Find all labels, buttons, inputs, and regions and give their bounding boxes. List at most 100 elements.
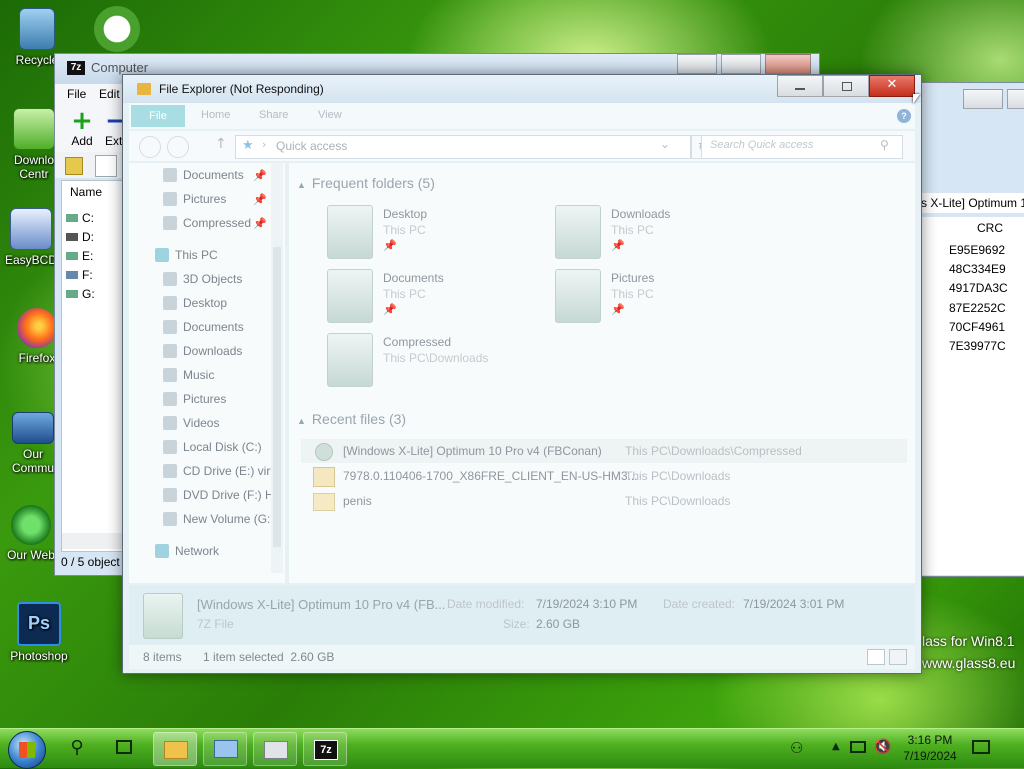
nav-local-disk-c[interactable]: Local Disk (C:) (163, 437, 262, 457)
nav-downloads[interactable]: Downloads (163, 341, 242, 361)
7zip-archive-window[interactable]: s X-Lite] Optimum 1 CRC E95E9692 48C334E… (918, 82, 1024, 577)
add-button[interactable]: + Add (67, 108, 97, 148)
nav-documents[interactable]: Documents (163, 317, 244, 337)
navigation-pane[interactable]: Documents 📌 Pictures 📌 Compressed 📌 This… (129, 163, 285, 583)
nav-new-volume-g[interactable]: New Volume (G: (163, 509, 270, 529)
nav-videos[interactable]: Videos (163, 413, 219, 433)
notifications-icon[interactable] (972, 740, 990, 754)
status-item-count: 8 items (143, 650, 182, 664)
archive-file-large-icon (143, 593, 183, 639)
recent-file-row-selected[interactable]: [Windows X-Lite] Optimum 10 Pro v4 (FBCo… (301, 439, 907, 463)
name-column-header[interactable]: Name (70, 185, 102, 199)
taskbar-7zip-button[interactable]: 7z (303, 732, 347, 766)
nav-network[interactable]: Network (155, 541, 219, 561)
7zip-maximize-button[interactable] (721, 54, 761, 74)
recent-files-header[interactable]: ▲ Recent files (3) (297, 411, 406, 427)
recent-file-row[interactable]: penis This PC\Downloads (301, 489, 907, 513)
recent-file-row[interactable]: 7978.0.110406-1700_X86FRE_CLIENT_EN-US-H… (301, 464, 907, 488)
desktop-icon-utorrent[interactable] (80, 6, 154, 55)
up-button[interactable]: ↑ (215, 136, 227, 152)
explorer-title: File Explorer (Not Responding) (159, 82, 324, 96)
archive-file-icon (315, 443, 333, 461)
nav-cd-drive-e[interactable]: CD Drive (E:) virt (163, 461, 274, 481)
forward-button[interactable] (167, 136, 189, 158)
clock[interactable]: 3:16 PM 7/19/2024 (896, 732, 964, 764)
desktop-icon-label: Photoshop (10, 649, 68, 663)
address-bar[interactable]: ★ › Quick access ⌄ (235, 135, 691, 159)
tile-location: This PC (383, 223, 426, 237)
pictures-icon (163, 392, 177, 406)
network-icon (155, 544, 169, 558)
tile-location: This PC (383, 287, 426, 301)
search-box[interactable]: Search Quick access ⚲ (701, 135, 903, 159)
nav-pinned-documents[interactable]: Documents (163, 165, 244, 185)
nav-pinned-compressed[interactable]: Compressed (163, 213, 251, 233)
frequent-folders-header[interactable]: ▲ Frequent folders (5) (297, 175, 435, 191)
drive-icon (66, 214, 78, 222)
folder-tile-downloads[interactable]: Downloads This PC 📌 (555, 205, 775, 265)
large-icons-view-button[interactable] (889, 649, 907, 665)
folder-tile-desktop[interactable]: Desktop This PC 📌 (327, 205, 547, 265)
tab-home[interactable]: Home (201, 109, 230, 121)
pin-icon: 📌 (253, 193, 267, 206)
details-view-button[interactable] (867, 649, 885, 665)
website-icon (11, 505, 51, 545)
folder-tile-documents[interactable]: Documents This PC 📌 (327, 269, 547, 329)
nav-music[interactable]: Music (163, 365, 214, 385)
tab-view[interactable]: View (318, 109, 342, 121)
drive-g[interactable]: G: (66, 285, 95, 304)
archive-maximize-button[interactable] (1007, 89, 1024, 109)
7zip-menu-edit[interactable]: Edit (99, 84, 120, 104)
back-button[interactable] (139, 136, 161, 158)
taskbar-computer-button[interactable] (203, 732, 247, 766)
drive-e[interactable]: E: (66, 247, 95, 266)
nav-pinned-pictures[interactable]: Pictures (163, 189, 226, 209)
tab-share[interactable]: Share (259, 109, 288, 121)
7zip-minimize-button[interactable] (677, 54, 717, 74)
desktop-icon-photoshop[interactable]: Ps Photoshop (2, 602, 76, 663)
folder-tile-compressed[interactable]: Compressed This PC\Downloads (327, 333, 547, 393)
nav-this-pc[interactable]: This PC (155, 245, 218, 265)
archive-list[interactable]: CRC E95E9692 48C334E9 4917DA3C 87E2252C … (921, 217, 1024, 575)
address-dropdown-icon[interactable]: ⌄ (660, 137, 670, 151)
7zip-menu-file[interactable]: File (67, 84, 86, 104)
show-hidden-icons-chevron-icon[interactable]: ▲ (832, 741, 840, 752)
nav-3d-objects[interactable]: 3D Objects (163, 269, 242, 289)
crc-column-header[interactable]: CRC (977, 221, 1003, 235)
task-view-icon[interactable] (116, 740, 132, 754)
quick-access-star-icon: ★ (242, 138, 254, 153)
folder-tile-pictures[interactable]: Pictures This PC 📌 (555, 269, 775, 329)
horizontal-scrollbar[interactable] (62, 533, 126, 549)
nav-scrollbar-thumb[interactable] (273, 247, 281, 547)
drive-d[interactable]: D: (66, 228, 95, 247)
file-explorer-window[interactable]: File Explorer (Not Responding) ✕ File Ho… (122, 74, 922, 674)
start-button[interactable] (8, 731, 46, 769)
minimize-button[interactable] (777, 75, 823, 97)
nav-pictures[interactable]: Pictures (163, 389, 226, 409)
search-placeholder: Search Quick access (710, 139, 814, 151)
nav-desktop[interactable]: Desktop (163, 293, 227, 313)
nav-dvd-drive-f[interactable]: DVD Drive (F:) H (163, 485, 274, 505)
disc-image-file-icon (313, 467, 335, 487)
compressed-folder-icon (327, 333, 373, 387)
people-icon[interactable]: ⚇ (790, 739, 803, 757)
help-icon[interactable]: ? (897, 109, 911, 123)
drive-f[interactable]: F: (66, 266, 95, 285)
archive-minimize-button[interactable] (963, 89, 1003, 109)
network-icon[interactable] (850, 741, 866, 753)
up-folder-icon[interactable] (65, 157, 83, 175)
taskbar-easybcd-button[interactable] (253, 732, 297, 766)
volume-muted-icon[interactable]: 🔇 (874, 739, 891, 755)
drive-row[interactable]: C: D: E: F: G: (66, 209, 95, 304)
explorer-titlebar[interactable]: File Explorer (Not Responding) ✕ (123, 75, 921, 103)
7zip-close-button[interactable] (765, 54, 811, 74)
tab-file[interactable]: File (131, 105, 185, 127)
nav-scrollbar[interactable] (271, 163, 283, 573)
search-icon[interactable]: ⚲ (66, 737, 88, 759)
close-button[interactable]: ✕ (869, 75, 915, 97)
drive-c[interactable]: C: (66, 209, 95, 228)
content-pane[interactable]: ▲ Frequent folders (5) Desktop This PC 📌 … (289, 163, 915, 583)
maximize-button[interactable] (823, 75, 869, 97)
taskbar-file-explorer-button[interactable] (153, 732, 197, 766)
7zip-filelist[interactable]: Name C: D: E: F: G: (61, 180, 127, 552)
